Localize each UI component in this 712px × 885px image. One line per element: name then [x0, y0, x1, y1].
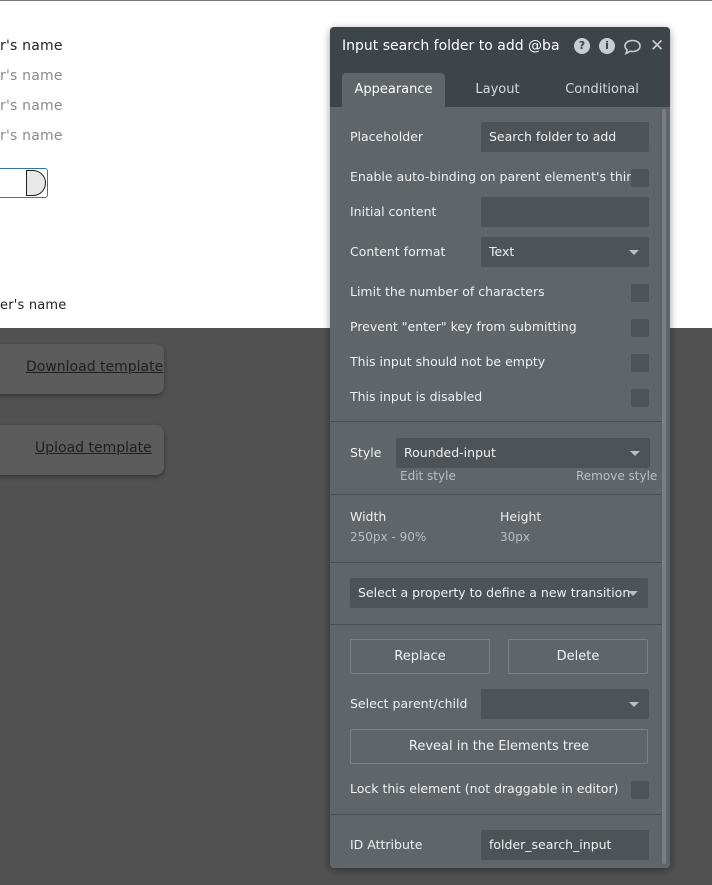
width-value[interactable]: 250px - 90% — [350, 530, 426, 544]
panel-header[interactable]: Input search folder to add @batch ? i ✕ — [330, 27, 670, 65]
download-template-button[interactable]: Download template — [0, 344, 164, 394]
not-empty-checkbox[interactable] — [631, 354, 649, 372]
content-format-value: Text — [489, 244, 515, 259]
style-value: Rounded-input — [404, 445, 496, 460]
width-label: Width — [350, 509, 387, 524]
panel-title: Input search folder to add @batch — [342, 38, 560, 54]
comment-icon[interactable] — [623, 39, 642, 56]
initial-content-input[interactable] — [481, 197, 649, 227]
upload-template-button[interactable]: Upload template — [0, 425, 164, 475]
section-divider — [330, 494, 662, 495]
canvas-toggle-element[interactable] — [0, 168, 48, 198]
panel-tabs: Appearance Layout Conditional — [330, 65, 670, 107]
limit-chars-label: Limit the number of characters — [350, 284, 545, 299]
close-icon[interactable]: ✕ — [650, 38, 664, 55]
placeholder-label: Placeholder — [350, 129, 424, 144]
content-format-dropdown[interactable]: Text — [481, 237, 649, 267]
reveal-elements-tree-button[interactable]: Reveal in the Elements tree — [350, 729, 648, 764]
canvas-text-name-1[interactable]: r's name — [0, 38, 63, 54]
section-divider — [330, 421, 662, 422]
disabled-label: This input is disabled — [350, 389, 483, 404]
parent-child-dropdown[interactable] — [481, 689, 649, 719]
disabled-checkbox[interactable] — [631, 389, 649, 407]
tab-layout[interactable]: Layout — [446, 73, 549, 107]
autobinding-checkbox[interactable] — [631, 169, 649, 187]
section-divider — [330, 814, 662, 815]
tab-conditional[interactable]: Conditional — [550, 73, 654, 107]
section-divider — [330, 562, 662, 563]
transition-dropdown[interactable]: Select a property to define a new transi… — [350, 578, 648, 608]
canvas-text-name-4[interactable]: r's name — [0, 128, 63, 144]
edit-style-link[interactable]: Edit style — [400, 469, 456, 483]
remove-style-link[interactable]: Remove style — [576, 469, 657, 483]
section-divider — [330, 624, 662, 625]
tab-appearance[interactable]: Appearance — [342, 73, 445, 107]
chevron-down-icon — [629, 250, 639, 255]
id-attribute-label: ID Attribute — [350, 837, 423, 852]
id-attribute-input[interactable]: folder_search_input — [481, 830, 649, 860]
lock-element-checkbox[interactable] — [631, 781, 649, 799]
upload-template-label: Upload template — [35, 440, 152, 456]
info-icon[interactable]: i — [599, 38, 615, 54]
autobinding-label: Enable auto-binding on parent element's … — [350, 169, 643, 184]
canvas-text-name-3[interactable]: r's name — [0, 98, 63, 114]
replace-button[interactable]: Replace — [350, 639, 490, 674]
chevron-down-icon — [629, 702, 639, 707]
style-label: Style — [350, 445, 382, 460]
not-empty-label: This input should not be empty — [350, 354, 546, 369]
limit-chars-checkbox[interactable] — [631, 284, 649, 302]
property-editor-panel: Input search folder to add @batch ? i ✕ … — [330, 27, 670, 868]
panel-scrollbar[interactable] — [662, 109, 666, 864]
height-label: Height — [500, 509, 542, 524]
prevent-enter-checkbox[interactable] — [631, 319, 649, 337]
chevron-down-icon — [628, 591, 638, 596]
style-dropdown[interactable]: Rounded-input — [396, 438, 650, 468]
canvas-text-name-5[interactable]: er's name — [0, 298, 67, 313]
help-icon[interactable]: ? — [574, 38, 590, 54]
delete-button[interactable]: Delete — [508, 639, 648, 674]
download-template-label: Download template — [26, 359, 164, 375]
transition-placeholder: Select a property to define a new transi… — [358, 585, 631, 600]
chevron-down-icon — [630, 451, 640, 456]
canvas-text-name-2[interactable]: r's name — [0, 68, 63, 84]
placeholder-input[interactable]: Search folder to add — [481, 122, 649, 152]
parent-child-label: Select parent/child — [350, 696, 468, 711]
prevent-enter-label: Prevent "enter" key from submitting — [350, 319, 577, 334]
initial-content-label: Initial content — [350, 204, 437, 219]
height-value[interactable]: 30px — [500, 530, 530, 544]
toggle-knob — [26, 170, 46, 196]
content-format-label: Content format — [350, 244, 446, 259]
lock-element-label: Lock this element (not draggable in edit… — [350, 781, 619, 796]
